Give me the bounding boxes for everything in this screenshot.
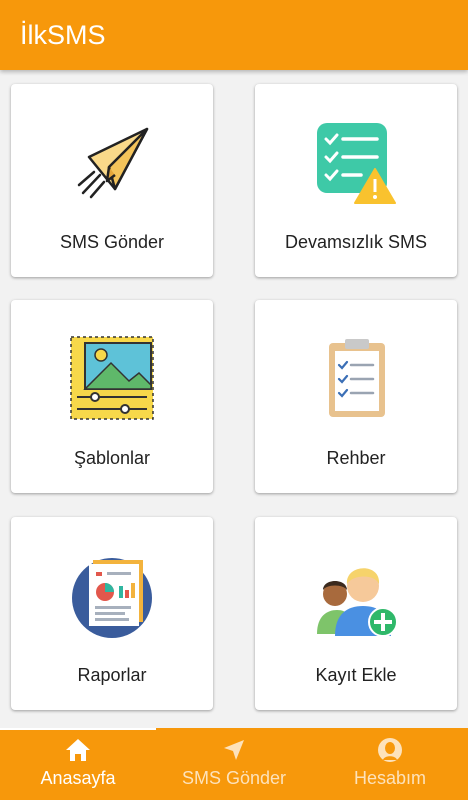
bottom-navigation: Anasayfa SMS Gönder Hesabım (0, 728, 468, 800)
menu-card-rehber[interactable]: Rehber (255, 300, 457, 493)
tab-sms-gonder[interactable]: SMS Gönder (156, 728, 312, 800)
tab-hesabim[interactable]: Hesabım (312, 728, 468, 800)
tab-label: Anasayfa (40, 768, 116, 788)
menu-grid: SMS Gönder Devamsızlık SMS Şablonlar Reh… (0, 70, 468, 726)
menu-card-label: Kayıt Ekle (315, 665, 397, 685)
menu-card-sablonlar[interactable]: Şablonlar (11, 300, 213, 493)
account-icon (376, 736, 404, 764)
app-title: İlkSMS (20, 20, 106, 50)
menu-card-kayit-ekle[interactable]: Kayıt Ekle (255, 517, 457, 710)
app-bar: İlkSMS (0, 0, 468, 70)
paper-plane-icon (67, 117, 157, 207)
active-tab-indicator (0, 728, 156, 730)
menu-card-label: Devamsızlık SMS (284, 232, 428, 252)
navigation-arrow-icon (220, 736, 248, 764)
reports-icon (67, 550, 157, 640)
tab-label: Hesabım (353, 768, 427, 788)
menu-card-label: Raporlar (77, 665, 147, 685)
tab-label: SMS Gönder (181, 768, 287, 788)
menu-card-label: Rehber (326, 448, 386, 468)
template-image-icon (67, 333, 157, 423)
checklist-warning-icon (311, 117, 401, 207)
add-user-icon (311, 550, 401, 640)
tab-anasayfa[interactable]: Anasayfa (0, 728, 156, 800)
menu-card-devamsizlik-sms[interactable]: Devamsızlık SMS (255, 84, 457, 277)
menu-card-label: Şablonlar (73, 448, 151, 468)
clipboard-list-icon (311, 333, 401, 423)
menu-card-sms-gonder[interactable]: SMS Gönder (11, 84, 213, 277)
home-icon (64, 736, 92, 764)
menu-card-label: SMS Gönder (59, 232, 165, 252)
menu-card-raporlar[interactable]: Raporlar (11, 517, 213, 710)
